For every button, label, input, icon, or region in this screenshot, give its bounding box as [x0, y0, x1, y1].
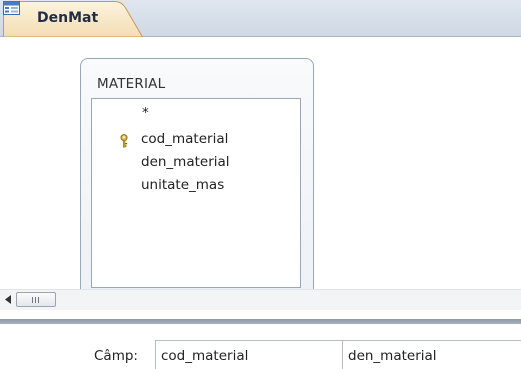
query-design-icon — [3, 1, 20, 15]
grid-cell-field-1[interactable]: cod_material — [161, 348, 248, 364]
query-design-grid: Câmp: cod_material den_material — [0, 324, 521, 369]
query-design-surface[interactable]: MATERIAL * cod_material den_material uni… — [0, 37, 521, 294]
scrollbar-thumb[interactable] — [16, 292, 56, 307]
grid-line — [155, 340, 156, 369]
horizontal-scrollbar[interactable] — [0, 289, 521, 310]
grid-cell-field-2[interactable]: den_material — [348, 348, 437, 364]
grip-icon — [32, 297, 39, 303]
scroll-left-arrow-icon[interactable] — [1, 292, 15, 307]
document-tab-strip: DenMat — [0, 0, 521, 37]
row-label-field: Câmp: — [94, 348, 138, 364]
tab-label: DenMat — [37, 10, 99, 26]
field-den-material[interactable]: den_material — [141, 154, 230, 170]
tab-denmat[interactable]: DenMat — [3, 1, 143, 37]
field-list-box: * cod_material den_material unitate_mas — [91, 98, 301, 288]
grid-line — [155, 340, 521, 341]
table-field-list-material[interactable]: MATERIAL * cod_material den_material uni… — [80, 58, 314, 294]
primary-key-icon — [120, 134, 128, 148]
field-cod-material[interactable]: cod_material — [141, 131, 228, 147]
field-unitate-mas[interactable]: unitate_mas — [141, 177, 224, 193]
field-list-title[interactable]: MATERIAL — [97, 76, 165, 92]
field-all-columns[interactable]: * — [142, 105, 149, 121]
grid-line — [342, 340, 343, 369]
